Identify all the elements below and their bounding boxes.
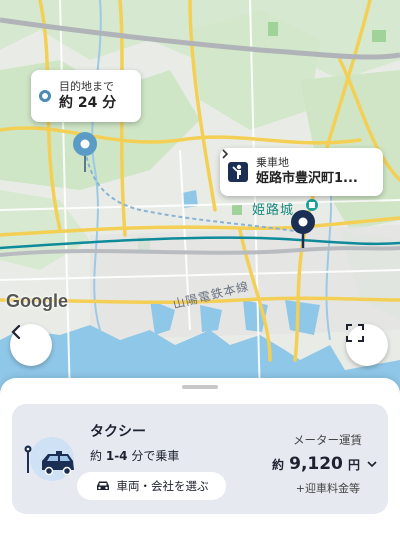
eta-range: 1-4	[105, 449, 128, 463]
pickup-label: 乗車地	[256, 156, 289, 169]
destination-duration: 約 24 分	[59, 95, 117, 111]
fare-prefix: 約	[272, 458, 285, 472]
sheet-drag-handle[interactable]	[182, 385, 218, 389]
fare-value: 約 9,120 円	[272, 454, 360, 474]
select-vehicle-label: 車両・会社を選ぶ	[116, 479, 209, 493]
car-icon	[95, 480, 111, 492]
map-canvas[interactable]	[0, 0, 400, 400]
destination-dot-icon	[39, 90, 51, 102]
fullscreen-button[interactable]	[346, 324, 388, 366]
chevron-down-icon[interactable]	[366, 454, 378, 473]
google-logo: Google	[6, 291, 68, 311]
fare-amount: 9,120	[289, 454, 343, 474]
eta-suffix: 分で乗車	[131, 449, 180, 463]
fare-note: +迎車料金等	[295, 482, 360, 495]
back-button[interactable]	[10, 324, 52, 366]
map-view[interactable]: 姫路城 山陽電鉄本線 Google 目的地まで 約 24 分 乗車地 姫路市豊沢…	[0, 0, 400, 400]
himeji-castle-label: 姫路城	[252, 203, 295, 218]
pickup-address: 姫路市豊沢町1...	[256, 171, 358, 186]
fare-label: メーター運賃	[293, 433, 362, 447]
eta-text: 約 1-4 分で乗車	[90, 447, 179, 464]
select-vehicle-company-button[interactable]: 車両・会社を選ぶ	[77, 472, 226, 500]
castle-poi-icon	[306, 199, 318, 211]
taxi-option-card[interactable]: タクシー 約 1-4 分で乗車 車両・会社を選ぶ メーター運賃 約 9,120 …	[12, 404, 388, 514]
destination-callout[interactable]: 目的地まで 約 24 分	[31, 70, 141, 122]
fare-unit: 円	[347, 458, 360, 472]
person-waving-icon	[228, 162, 248, 182]
destination-label: 目的地まで	[59, 80, 114, 93]
pickup-callout[interactable]: 乗車地 姫路市豊沢町1...	[220, 148, 383, 196]
taxi-vehicle-icon	[24, 437, 86, 485]
bottom-sheet[interactable]: タクシー 約 1-4 分で乗車 車両・会社を選ぶ メーター運賃 約 9,120 …	[0, 378, 400, 538]
service-name: タクシー	[90, 424, 146, 440]
app-root: 姫路城 山陽電鉄本線 Google 目的地まで 約 24 分 乗車地 姫路市豊沢…	[0, 0, 400, 538]
eta-prefix: 約	[90, 449, 103, 463]
